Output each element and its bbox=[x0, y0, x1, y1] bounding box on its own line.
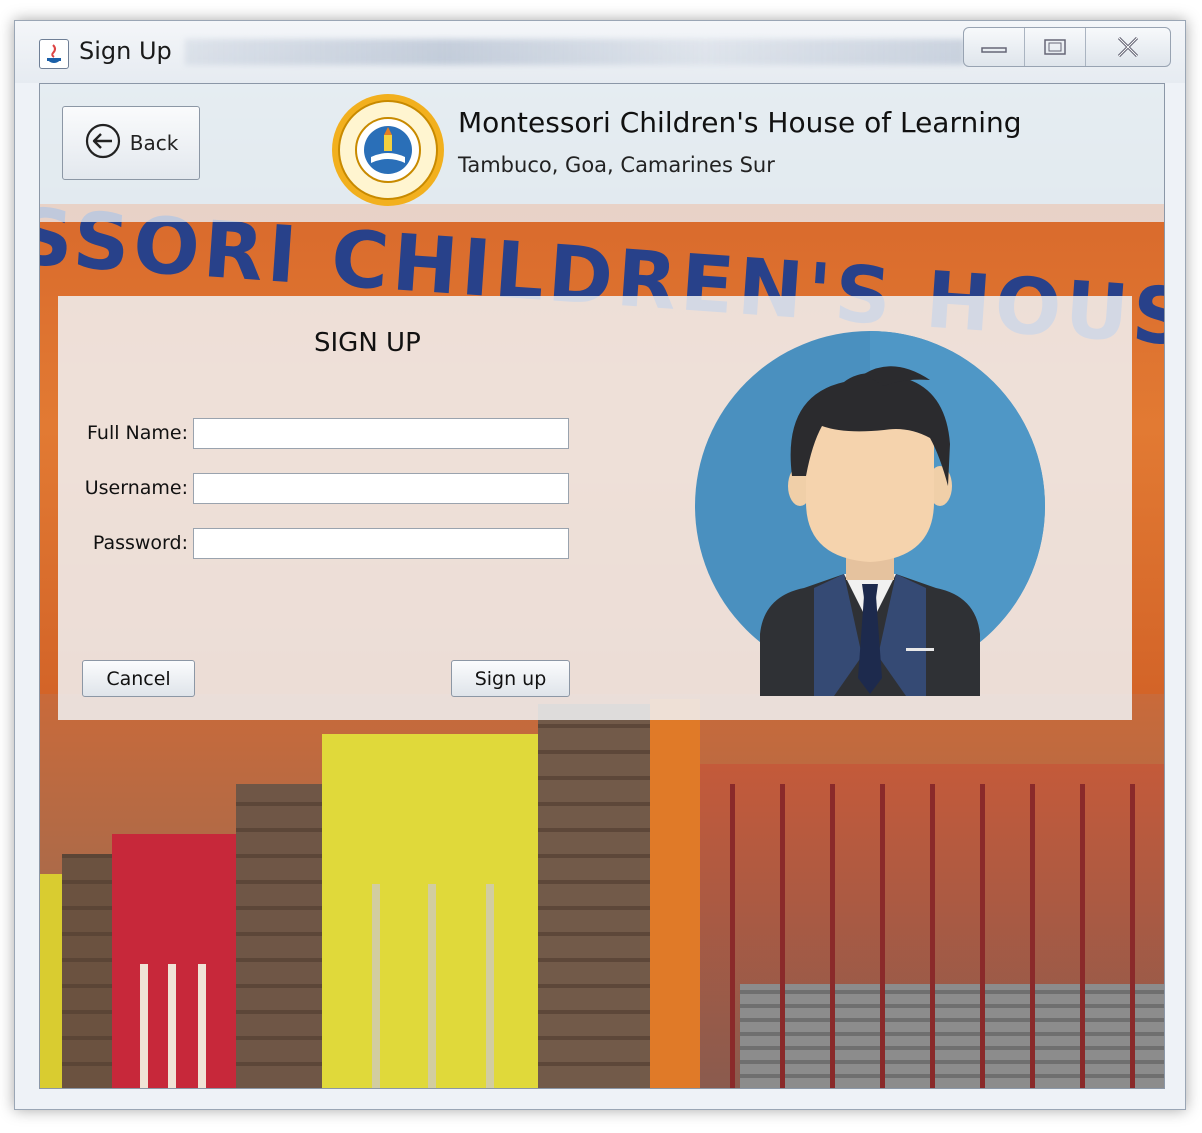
full-name-input[interactable] bbox=[193, 418, 569, 449]
background-wall bbox=[112, 834, 236, 1088]
blurred-background-tabs bbox=[185, 39, 965, 65]
school-logo bbox=[329, 91, 447, 209]
maximize-icon[interactable] bbox=[1024, 28, 1085, 66]
background-wall bbox=[538, 704, 650, 1088]
signup-panel: SIGN UP Full Name: Username: Password: C… bbox=[58, 296, 1132, 720]
minimize-icon[interactable] bbox=[964, 28, 1024, 66]
background-gate-bar bbox=[1130, 784, 1135, 1088]
background-wall bbox=[322, 734, 538, 1088]
background-gate-bar bbox=[730, 784, 735, 1088]
background-stairs bbox=[740, 984, 1164, 1088]
back-button[interactable]: Back bbox=[62, 106, 200, 180]
arrow-left-icon bbox=[84, 122, 122, 164]
content-area: SSORI CHILDREN'S HOUSE OF LEARNING bbox=[39, 83, 1165, 1089]
background-gate-bar bbox=[780, 784, 785, 1088]
background-gate-bar bbox=[880, 784, 885, 1088]
user-avatar-icon bbox=[694, 326, 1046, 696]
app-window: Sign Up SSORI CHILDREN'S HOUSE OF LEARNI… bbox=[14, 20, 1186, 1110]
java-app-icon bbox=[39, 39, 69, 69]
background-gate-bar bbox=[830, 784, 835, 1088]
background-wall bbox=[40, 874, 62, 1088]
full-name-label: Full Name: bbox=[87, 422, 188, 444]
signup-button[interactable]: Sign up bbox=[451, 660, 570, 697]
background-wall bbox=[236, 784, 322, 1088]
username-input[interactable] bbox=[193, 473, 569, 504]
username-label: Username: bbox=[84, 477, 188, 499]
window-controls bbox=[963, 27, 1171, 67]
school-address: Tambuco, Goa, Camarines Sur bbox=[458, 153, 775, 177]
title-bar: Sign Up bbox=[15, 21, 1185, 83]
school-name: Montessori Children's House of Learning bbox=[458, 106, 1022, 139]
background-gate-bar bbox=[1080, 784, 1085, 1088]
form-title: SIGN UP bbox=[314, 328, 421, 358]
background-wall bbox=[62, 854, 112, 1088]
background-wall bbox=[650, 699, 700, 1088]
back-button-label: Back bbox=[129, 131, 179, 155]
header-panel: Back Montessori Children's House of Lear… bbox=[40, 84, 1164, 222]
close-icon[interactable] bbox=[1085, 28, 1170, 66]
background-gate-bar bbox=[1030, 784, 1035, 1088]
password-input[interactable] bbox=[193, 528, 569, 559]
cancel-button[interactable]: Cancel bbox=[82, 660, 195, 697]
background-gate-bar bbox=[980, 784, 985, 1088]
window-title: Sign Up bbox=[79, 37, 172, 65]
password-label: Password: bbox=[92, 532, 188, 554]
background-gate-bar bbox=[930, 784, 935, 1088]
